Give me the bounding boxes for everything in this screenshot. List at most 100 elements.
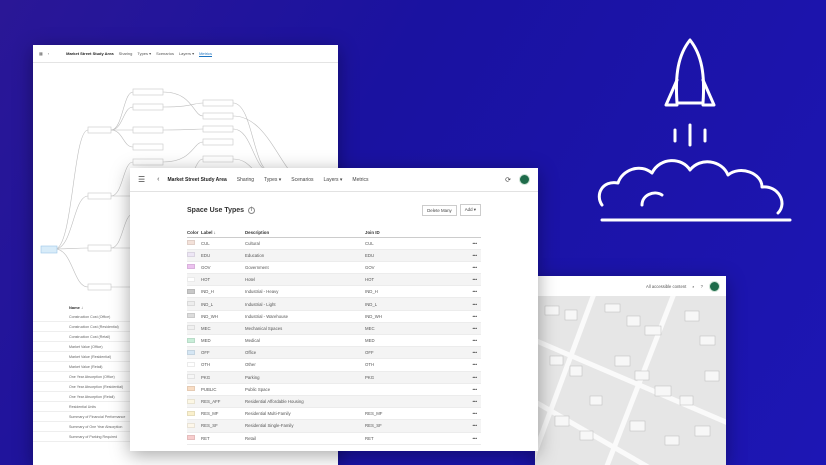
more-options-icon[interactable]: ••• bbox=[467, 310, 481, 323]
join-id-cell: OTH bbox=[365, 358, 467, 372]
more-options-icon[interactable]: ••• bbox=[467, 334, 481, 348]
color-swatch[interactable] bbox=[187, 276, 195, 282]
join-id-cell: MED bbox=[365, 334, 467, 348]
map-toolbar: All accessible content ⌕ ? bbox=[535, 276, 726, 296]
table-row[interactable]: OTH Other OTH ••• bbox=[187, 358, 481, 372]
menu-metrics[interactable]: Metrics bbox=[352, 177, 368, 183]
back-arrow-icon[interactable]: ‹ bbox=[157, 176, 159, 183]
col-label[interactable]: Label ↓ bbox=[201, 228, 245, 238]
table-row[interactable]: GOV Government GOV ••• bbox=[187, 261, 481, 275]
label-cell: IND_L bbox=[201, 297, 245, 311]
back-menu-metrics[interactable]: Metrics bbox=[199, 51, 212, 57]
color-swatch[interactable] bbox=[187, 386, 195, 392]
description-cell: Other bbox=[245, 358, 365, 372]
grid-icon[interactable]: ▦ bbox=[39, 51, 43, 56]
menu-icon[interactable]: ☰ bbox=[138, 175, 145, 184]
content-filter[interactable]: All accessible content bbox=[646, 284, 686, 289]
table-row[interactable]: MED Medical MED ••• bbox=[187, 334, 481, 348]
more-options-icon[interactable]: ••• bbox=[467, 371, 481, 384]
color-swatch[interactable] bbox=[187, 398, 195, 404]
label-cell: OFF bbox=[201, 346, 245, 360]
color-swatch-cell bbox=[187, 310, 201, 323]
more-options-icon[interactable]: ••• bbox=[467, 358, 481, 372]
more-options-icon[interactable]: ••• bbox=[467, 249, 481, 262]
label-cell: CUL bbox=[201, 237, 245, 250]
color-swatch[interactable] bbox=[187, 361, 195, 367]
more-options-icon[interactable]: ••• bbox=[467, 261, 481, 275]
join-id-cell: EDU bbox=[365, 249, 467, 262]
table-row[interactable]: RES_AFF Residential Affordable Housing •… bbox=[187, 395, 481, 409]
city-buildings-map[interactable] bbox=[535, 296, 726, 465]
table-row[interactable]: OFF Office OFF ••• bbox=[187, 346, 481, 360]
color-swatch[interactable] bbox=[187, 288, 195, 294]
avatar[interactable] bbox=[519, 174, 530, 185]
color-swatch[interactable] bbox=[187, 349, 195, 355]
color-swatch[interactable] bbox=[187, 264, 195, 270]
menu-types[interactable]: Types ▾ bbox=[264, 177, 281, 183]
menu-sharing[interactable]: Sharing bbox=[237, 177, 254, 183]
table-row[interactable]: MEC Mechanical Spaces MEC ••• bbox=[187, 322, 481, 336]
table-row[interactable]: RES_MF Residential Multi-Family RES_MF •… bbox=[187, 407, 481, 421]
more-options-icon[interactable]: ••• bbox=[467, 285, 481, 299]
color-swatch[interactable] bbox=[187, 240, 195, 246]
color-swatch[interactable] bbox=[187, 252, 195, 258]
table-row[interactable]: HOT Hotel HOT ••• bbox=[187, 273, 481, 287]
color-swatch-cell bbox=[187, 407, 201, 421]
table-row[interactable]: EDU Education EDU ••• bbox=[187, 249, 481, 262]
table-row[interactable]: PUBLIC Public Space ••• bbox=[187, 383, 481, 396]
join-id-cell: PKG bbox=[365, 371, 467, 384]
label-cell: RET bbox=[201, 432, 245, 445]
more-options-icon[interactable]: ••• bbox=[467, 407, 481, 421]
color-swatch[interactable] bbox=[187, 422, 195, 428]
join-id-cell: IND_L bbox=[365, 297, 467, 311]
more-options-icon[interactable]: ••• bbox=[467, 432, 481, 445]
back-icon[interactable]: ‹ bbox=[48, 51, 49, 56]
table-row[interactable]: IND_H Industrial - Heavy IND_H ••• bbox=[187, 285, 481, 299]
label-cell: IND_H bbox=[201, 285, 245, 299]
back-menu-scenarios[interactable]: Scenarios bbox=[156, 51, 174, 56]
info-icon[interactable]: i bbox=[248, 206, 256, 214]
more-options-icon[interactable]: ••• bbox=[467, 419, 481, 433]
menu-scenarios[interactable]: Scenarios bbox=[291, 177, 313, 183]
more-options-icon[interactable]: ••• bbox=[467, 395, 481, 409]
color-swatch[interactable] bbox=[187, 325, 195, 331]
table-row[interactable]: PKG Parking PKG ••• bbox=[187, 371, 481, 384]
color-swatch[interactable] bbox=[187, 435, 195, 441]
more-options-icon[interactable]: ••• bbox=[467, 297, 481, 311]
color-swatch[interactable] bbox=[187, 301, 195, 307]
table-row[interactable]: RET Retail RET ••• bbox=[187, 432, 481, 445]
table-row[interactable]: RES_SF Residential Single-Family RES_SF … bbox=[187, 419, 481, 433]
back-menu-sharing[interactable]: Sharing bbox=[119, 51, 133, 56]
more-options-icon[interactable]: ••• bbox=[467, 273, 481, 287]
color-swatch[interactable] bbox=[187, 410, 195, 416]
more-options-icon[interactable]: ••• bbox=[467, 322, 481, 336]
description-cell: Cultural bbox=[245, 237, 365, 250]
label-cell: OTH bbox=[201, 358, 245, 372]
refresh-icon[interactable]: ⟳ bbox=[505, 176, 511, 184]
description-cell: Residential Affordable Housing bbox=[245, 395, 365, 409]
page-title: Market Street Study Area bbox=[167, 176, 227, 183]
label-cell: EDU bbox=[201, 249, 245, 262]
back-menu-layers[interactable]: Layers ▾ bbox=[179, 51, 194, 56]
table-row[interactable]: CUL Cultural CUL ••• bbox=[187, 237, 481, 250]
more-options-icon[interactable]: ••• bbox=[467, 237, 481, 250]
avatar[interactable] bbox=[709, 280, 720, 292]
color-swatch[interactable] bbox=[187, 374, 195, 380]
color-swatch-cell bbox=[187, 383, 201, 396]
color-swatch[interactable] bbox=[187, 337, 195, 343]
help-icon[interactable]: ? bbox=[701, 284, 703, 289]
label-cell: RES_MF bbox=[201, 407, 245, 421]
delete-many-button[interactable]: Delete Many bbox=[422, 204, 457, 216]
col-join-id: Join ID bbox=[365, 228, 467, 238]
rocket-launch-illustration bbox=[597, 38, 792, 222]
menu-layers[interactable]: Layers ▾ bbox=[324, 177, 343, 183]
join-id-cell bbox=[365, 383, 467, 396]
more-options-icon[interactable]: ••• bbox=[467, 383, 481, 396]
more-options-icon[interactable]: ••• bbox=[467, 346, 481, 360]
add-button[interactable]: Add ▾ bbox=[459, 204, 481, 216]
table-row[interactable]: IND_WH Industrial - Warehouse IND_WH ••• bbox=[187, 310, 481, 323]
table-row[interactable]: IND_L Industrial - Light IND_L ••• bbox=[187, 297, 481, 311]
color-swatch[interactable] bbox=[187, 313, 195, 319]
search-icon[interactable]: ⌕ bbox=[692, 284, 694, 289]
back-menu-types[interactable]: Types ▾ bbox=[137, 51, 151, 56]
